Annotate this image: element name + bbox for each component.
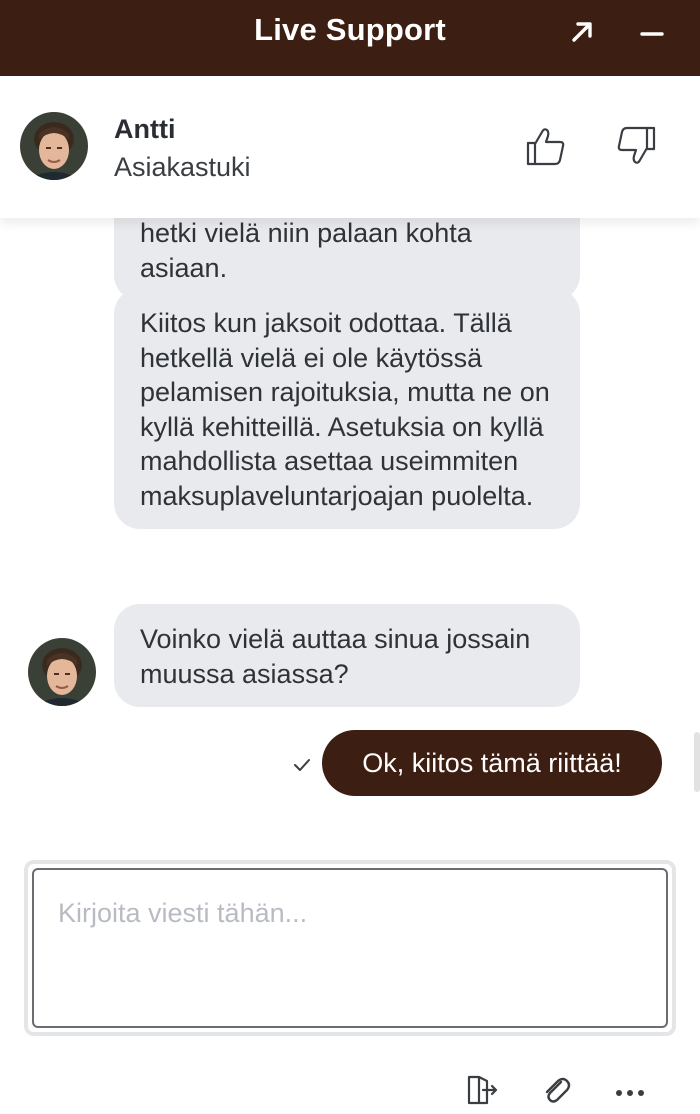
agent-avatar [28, 638, 96, 706]
agent-message: Kiitos kun jaksoit odottaa. Tällä hetkel… [114, 288, 580, 529]
agent-name: Antti [114, 114, 176, 144]
more-dots-icon[interactable] [612, 1072, 648, 1108]
message-composer [24, 860, 676, 1036]
check-icon [292, 756, 312, 774]
exit-chat-icon[interactable] [464, 1072, 500, 1108]
agent-role: Asiakastuki [114, 152, 251, 182]
scrollbar-thumb[interactable] [694, 732, 700, 792]
message-text: hetki vielä niin palaan kohta asiaan. [140, 218, 472, 283]
user-message-row: Ok, kiitos tämä riittää! [0, 730, 700, 800]
paperclip-icon[interactable] [538, 1072, 574, 1108]
expand-arrow-icon[interactable] [566, 16, 598, 48]
message-text: Kiitos kun jaksoit odottaa. Tällä hetkel… [140, 308, 550, 511]
message-text: Voinko vielä auttaa sinua jossain muussa… [140, 624, 531, 689]
minimize-icon[interactable] [636, 16, 668, 48]
message-list[interactable]: hetki vielä niin palaan kohta asiaan. Ki… [0, 218, 700, 838]
message-input-frame [32, 868, 668, 1028]
agent-avatar [20, 112, 88, 180]
message-input[interactable] [56, 896, 640, 1010]
title-bar: Live Support [0, 0, 700, 76]
thumbs-down-icon[interactable] [614, 124, 658, 168]
thumbs-up-icon[interactable] [524, 124, 568, 168]
user-message: Ok, kiitos tämä riittää! [322, 730, 662, 796]
agent-header: Antti Asiakastuki [0, 76, 700, 218]
agent-message: Voinko vielä auttaa sinua jossain muussa… [114, 604, 580, 707]
